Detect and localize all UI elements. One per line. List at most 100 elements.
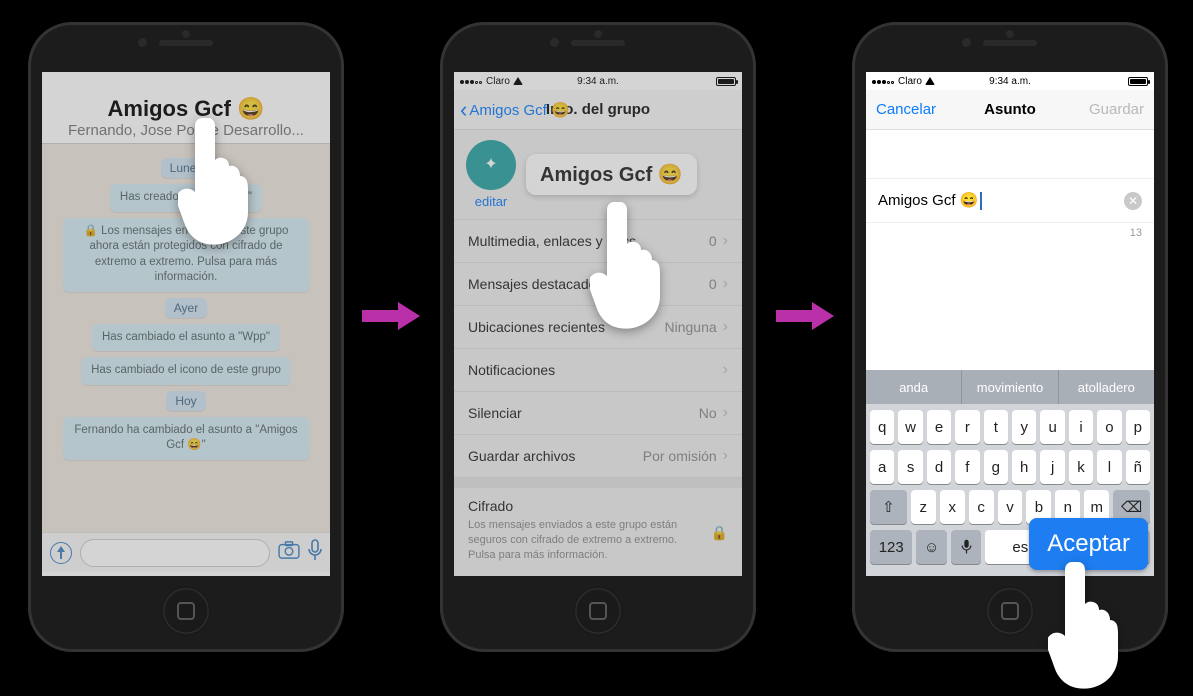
row-media[interactable]: Multimedia, enlaces y docs 0›	[454, 220, 742, 263]
key-t[interactable]: t	[984, 410, 1008, 444]
key-w[interactable]: w	[898, 410, 922, 444]
predictive-bar: anda movimiento atolladero	[866, 370, 1154, 404]
row-locations[interactable]: Ubicaciones recientes Ninguna›	[454, 306, 742, 349]
key-ñ[interactable]: ñ	[1126, 450, 1150, 484]
home-button[interactable]	[573, 586, 623, 636]
row-starred[interactable]: Mensajes destacados 0 ›	[454, 263, 742, 306]
text-caret	[980, 192, 982, 210]
row-label: Notificaciones	[468, 362, 555, 378]
group-avatar[interactable]: ✦	[466, 140, 516, 190]
battery-icon	[1128, 77, 1148, 86]
nav-bar: Cancelar Asunto Guardar	[866, 90, 1154, 130]
key-d[interactable]: d	[927, 450, 951, 484]
signal-icon	[872, 76, 895, 87]
carrier-label: Claro	[486, 76, 510, 87]
home-button[interactable]	[161, 586, 211, 636]
carrier-label: Claro	[898, 76, 922, 87]
row-value: Por omisión	[643, 448, 717, 464]
encryption-desc: Los mensajes enviados a este grupo están…	[468, 518, 728, 563]
row-notifications[interactable]: Notificaciones ›	[454, 349, 742, 392]
nav-title: Asunto	[984, 101, 1036, 118]
key-l[interactable]: l	[1097, 450, 1121, 484]
chat-body: Lunes Has creado el grupo "Wp" 🔒 Los men…	[42, 144, 330, 532]
key-v[interactable]: v	[998, 490, 1023, 524]
back-button[interactable]: ‹ Amigos Gcf 😄	[460, 99, 570, 121]
key-y[interactable]: y	[1012, 410, 1036, 444]
signal-icon	[460, 76, 483, 87]
subject-input[interactable]: Amigos Gcf 😄 ✕	[866, 178, 1154, 223]
chevron-left-icon: ‹	[460, 99, 467, 121]
phone-edit-subject: Claro 9:34 a.m. Cancelar Asunto Guardar …	[852, 22, 1168, 652]
row-save-media[interactable]: Guardar archivos Por omisión›	[454, 435, 742, 478]
arrow-between-phones-1	[362, 302, 422, 330]
chat-screen: Amigos Gcf 😄 Fernando, Jose Ponce Desarr…	[42, 72, 330, 576]
key-c[interactable]: c	[969, 490, 994, 524]
status-bar: Claro 9:34 a.m.	[454, 72, 742, 90]
encryption-notice[interactable]: 🔒 Los mensajes enviados a este grupo aho…	[63, 218, 310, 292]
system-message: Has creado el grupo "Wp"	[110, 184, 262, 212]
key-k[interactable]: k	[1069, 450, 1093, 484]
prediction[interactable]: anda	[866, 370, 962, 404]
clock-label: 9:34 a.m.	[577, 76, 619, 87]
prediction[interactable]: movimiento	[962, 370, 1058, 404]
clear-icon[interactable]: ✕	[1124, 192, 1142, 210]
prediction[interactable]: atolladero	[1059, 370, 1154, 404]
shift-key[interactable]: ⇧	[870, 490, 907, 524]
phone-chat: Amigos Gcf 😄 Fernando, Jose Ponce Desarr…	[28, 22, 344, 652]
chevron-right-icon: ›	[723, 275, 728, 293]
key-r[interactable]: r	[955, 410, 979, 444]
message-input[interactable]	[80, 539, 270, 567]
key-g[interactable]: g	[984, 450, 1008, 484]
key-a[interactable]: a	[870, 450, 894, 484]
arrow-between-phones-2	[776, 302, 836, 330]
group-name-field[interactable]: Amigos Gcf 😄	[526, 154, 697, 195]
camera-icon[interactable]	[278, 541, 300, 565]
row-value: 0	[709, 233, 717, 249]
key-e[interactable]: e	[927, 410, 951, 444]
attach-icon[interactable]	[50, 542, 72, 564]
key-j[interactable]: j	[1040, 450, 1064, 484]
key-f[interactable]: f	[955, 450, 979, 484]
key-o[interactable]: o	[1097, 410, 1121, 444]
clock-label: 9:34 a.m.	[989, 76, 1031, 87]
row-mute[interactable]: Silenciar No›	[454, 392, 742, 435]
key-q[interactable]: q	[870, 410, 894, 444]
dictation-key[interactable]	[951, 530, 981, 564]
numbers-key[interactable]: 123	[870, 530, 912, 564]
system-message: Fernando ha cambiado el asunto a "Amigos…	[63, 417, 310, 460]
chat-title[interactable]: Amigos Gcf 😄	[50, 96, 322, 122]
key-i[interactable]: i	[1069, 410, 1093, 444]
key-s[interactable]: s	[898, 450, 922, 484]
status-bar: Claro 9:34 a.m.	[866, 72, 1154, 90]
date-pill: Ayer	[165, 298, 207, 318]
chevron-right-icon: ›	[723, 232, 728, 250]
subject-value: Amigos Gcf 😄	[878, 192, 978, 209]
cancel-button[interactable]: Cancelar	[876, 101, 936, 118]
system-message: Has cambiado el asunto a "Wpp"	[92, 324, 280, 352]
row-value: 0	[709, 276, 717, 292]
back-label: Amigos Gcf 😄	[469, 101, 569, 119]
key-u[interactable]: u	[1040, 410, 1064, 444]
row-label: Mensajes destacados	[468, 276, 603, 292]
row-encryption[interactable]: Cifrado Los mensajes enviados a este gru…	[454, 488, 742, 576]
accept-button[interactable]: Aceptar	[1029, 518, 1148, 570]
nav-bar: ‹ Amigos Gcf 😄 Info. del grupo	[454, 90, 742, 130]
char-count: 13	[866, 223, 1154, 243]
group-info-screen: Claro 9:34 a.m. ‹ Amigos Gcf 😄 Info. del…	[454, 72, 742, 576]
chevron-right-icon: ›	[723, 447, 728, 465]
save-button[interactable]: Guardar	[1089, 101, 1144, 118]
row-value: Ninguna	[665, 319, 717, 335]
group-header: ✦ editar Amigos Gcf 😄	[454, 130, 742, 220]
key-p[interactable]: p	[1126, 410, 1150, 444]
key-h[interactable]: h	[1012, 450, 1036, 484]
emoji-key[interactable]: ☺	[916, 530, 946, 564]
edit-avatar-link[interactable]: editar	[475, 194, 508, 209]
home-button[interactable]	[985, 586, 1035, 636]
chat-input-bar	[42, 532, 330, 572]
row-label: Ubicaciones recientes	[468, 319, 605, 335]
chat-header[interactable]: Amigos Gcf 😄 Fernando, Jose Ponce Desarr…	[42, 90, 330, 144]
key-z[interactable]: z	[911, 490, 936, 524]
chat-subtitle: Fernando, Jose Ponce Desarrollo...	[50, 122, 322, 139]
key-x[interactable]: x	[940, 490, 965, 524]
mic-icon[interactable]	[308, 539, 322, 567]
